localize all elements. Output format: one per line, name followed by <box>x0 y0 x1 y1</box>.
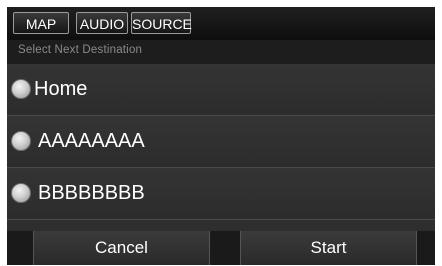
destination-option-a[interactable]: AAAAAAAA <box>7 116 435 168</box>
destination-option-b[interactable]: BBBBBBBB <box>7 168 435 220</box>
destination-option-label: BBBBBBBB <box>38 182 145 204</box>
destination-option-label: AAAAAAAA <box>38 130 145 152</box>
destination-option-label: Home <box>34 78 88 100</box>
start-button[interactable]: Start <box>240 231 417 265</box>
action-bar: Cancel Start <box>7 231 435 265</box>
nav-screen: MAP AUDIO SOURCE Select Next Destination… <box>7 7 435 265</box>
radio-button-icon[interactable] <box>11 131 31 151</box>
destination-option-home[interactable]: Home <box>7 64 435 116</box>
top-tab-bar: MAP AUDIO SOURCE <box>7 7 435 40</box>
list-header-label: Select Next Destination <box>18 44 143 56</box>
tab-source[interactable]: SOURCE <box>131 12 192 34</box>
cancel-button[interactable]: Cancel <box>33 231 210 265</box>
radio-button-icon[interactable] <box>11 79 31 99</box>
radio-button-icon[interactable] <box>11 183 31 203</box>
list-header: Select Next Destination <box>7 40 435 64</box>
tab-map[interactable]: MAP <box>13 12 69 34</box>
tab-audio[interactable]: AUDIO <box>76 12 128 34</box>
